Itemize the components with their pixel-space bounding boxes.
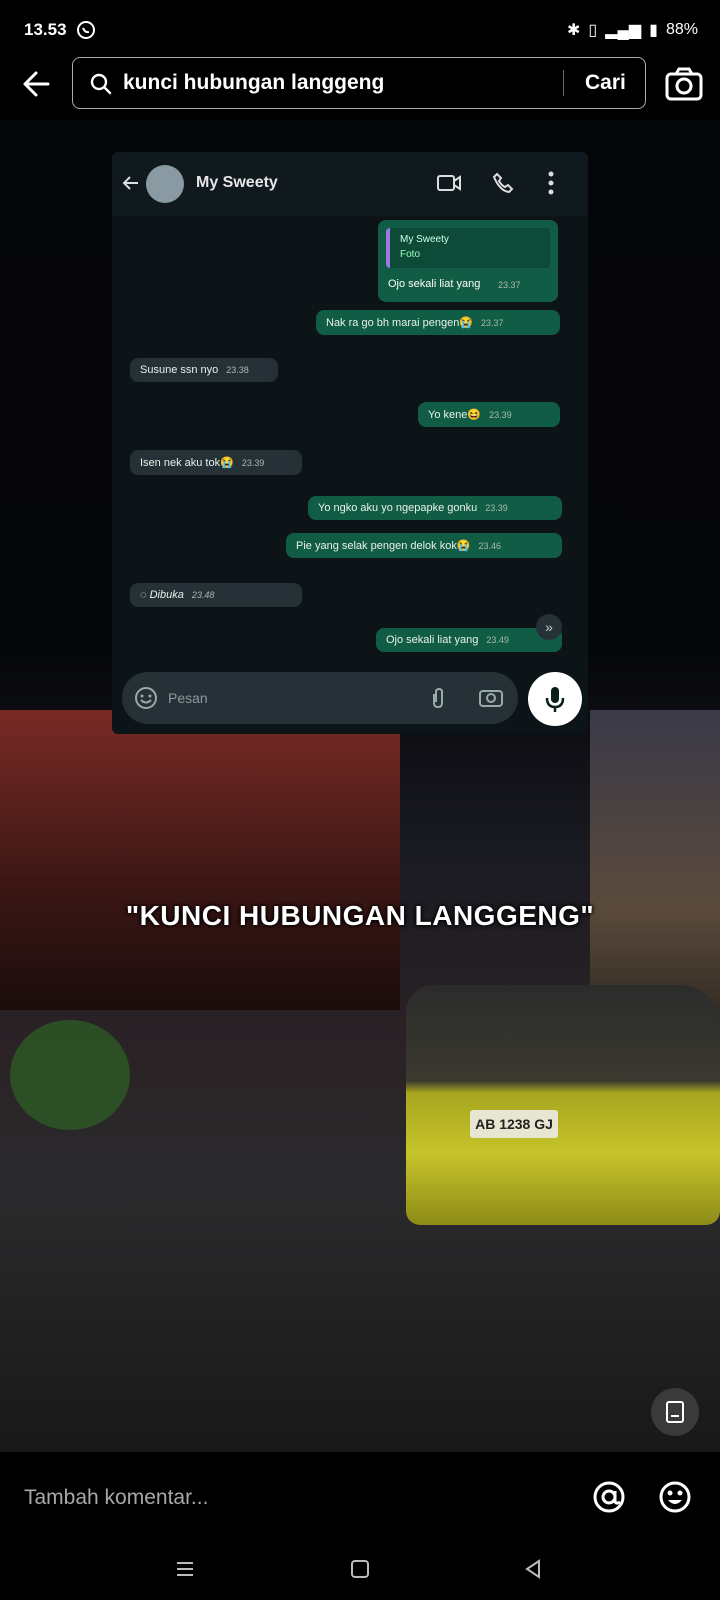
chat-message-out: Nak ra go bh marai pengen😭 23.37	[316, 310, 560, 335]
chat-message-out: Yo kene😆 23.39	[418, 402, 560, 427]
camera-icon[interactable]	[664, 66, 704, 102]
search-icon	[90, 73, 112, 95]
background-tree	[10, 1020, 130, 1130]
battery-percent: 88%	[665, 21, 698, 38]
video-call-icon	[436, 172, 462, 199]
avatar	[146, 165, 184, 203]
comment-bar: Tambah komentar...	[0, 1452, 720, 1542]
camera-small-icon	[478, 686, 504, 713]
whatsapp-status-icon	[76, 20, 96, 45]
chat-message-out: Pie yang selak pengen delok kok😭 23.46	[286, 533, 562, 558]
search-input[interactable]: kunci hubungan langgeng	[123, 71, 384, 95]
mention-icon[interactable]	[592, 1480, 626, 1519]
back-arrow-icon[interactable]	[18, 64, 58, 104]
chat-message-in-viewonce: ◌ Dibuka 23.48	[130, 583, 302, 607]
home-icon[interactable]	[350, 1558, 370, 1585]
status-icons: ✱ ▯ ▂▄▆ ▮ 88%	[567, 20, 698, 40]
phone-icon	[492, 172, 514, 199]
chat-message-in: Isen nek aku tok😭 23.39	[130, 450, 302, 475]
chat-message-in: Susune ssn nyo 23.38	[130, 358, 278, 382]
search-submit-button[interactable]: Cari	[585, 71, 626, 95]
reply-text: Ojo sekali liat yang	[388, 278, 481, 290]
status-time: 13.53	[24, 20, 67, 39]
background-building-left	[0, 710, 400, 1010]
chat-message-out: Ojo sekali liat yang 23.49	[376, 628, 562, 652]
emoji-react-icon[interactable]	[658, 1480, 692, 1519]
reply-message-bubble: My Sweety Foto Ojo sekali liat yang 23.3…	[378, 220, 558, 302]
menu-icon[interactable]	[174, 1558, 196, 1585]
vibrate-icon: ▯	[588, 22, 598, 39]
quoted-type: Foto	[400, 249, 421, 260]
search-bar[interactable]: kunci hubungan langgeng Cari	[72, 57, 646, 109]
chat-message-out: Yo ngko aku yo ngepapke gonku 23.39	[308, 496, 562, 520]
attach-icon	[428, 686, 448, 715]
quoted-name: My Sweety	[400, 234, 449, 245]
mic-icon	[528, 672, 582, 726]
bluetooth-icon: ✱	[566, 22, 581, 39]
chat-contact-name: My Sweety	[196, 174, 278, 191]
search-divider	[563, 70, 564, 96]
signal-icon: ▂▄▆	[605, 22, 642, 39]
background-street	[0, 1200, 720, 1452]
scroll-down-icon: »	[536, 614, 562, 640]
status-bar: 13.53 ✱ ▯ ▂▄▆ ▮ 88%	[0, 0, 720, 58]
chat-header: My Sweety	[112, 152, 588, 216]
back-nav-icon[interactable]	[522, 1558, 544, 1585]
car-plate: AB 1238 GJ	[470, 1110, 558, 1138]
info-icon[interactable]	[651, 1388, 699, 1436]
system-nav-bar	[0, 1540, 720, 1600]
background-car	[406, 985, 720, 1225]
chat-back-icon	[120, 172, 142, 199]
battery-icon: ▮	[649, 22, 658, 39]
comment-input[interactable]: Tambah komentar...	[24, 1486, 208, 1510]
more-icon	[546, 170, 556, 201]
chat-screenshot: My Sweety My Sweety Foto Ojo sekali liat…	[112, 152, 588, 734]
video-caption: "KUNCI HUBUNGAN LANGGENG"	[125, 900, 595, 931]
chat-input-placeholder: Pesan	[168, 690, 208, 706]
quoted-photo: My Sweety Foto	[386, 228, 550, 268]
emoji-icon	[134, 686, 158, 715]
chat-input-field: Pesan	[122, 672, 518, 724]
reply-time: 23.37	[498, 280, 521, 290]
